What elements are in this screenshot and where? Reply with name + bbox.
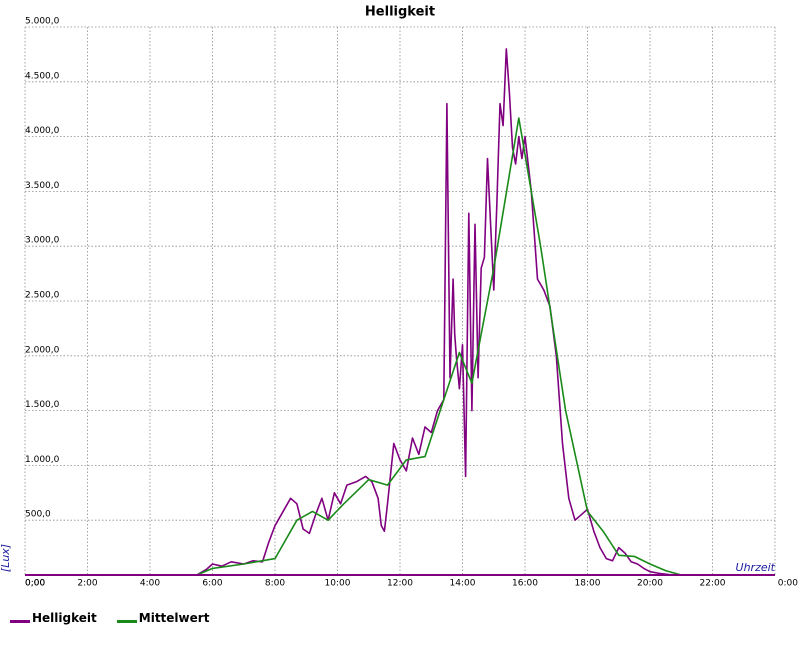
- chart-title: Helligkeit: [365, 5, 435, 20]
- legend-label-mittelwert: Mittelwert: [138, 611, 210, 625]
- x-tick-label: 16:00: [512, 579, 538, 589]
- y-tick-label: 0,00: [25, 579, 45, 589]
- x-tick-label: 18:00: [575, 579, 601, 589]
- y-tick-label: 3.000,0: [25, 236, 60, 246]
- chart: Helligkeit 0:00 2:00 4:00 6:00 8:00 10:00 12:0…: [0, 5, 798, 589]
- x-tick-label: 6:00: [202, 579, 222, 589]
- legend-label-helligkeit: Helligkeit: [32, 611, 97, 625]
- legend-item-helligkeit: Helligkeit: [10, 611, 97, 625]
- x-tick-label: 10:00: [325, 579, 351, 589]
- x-tick-label: 12:00: [387, 579, 413, 589]
- y-axis-label: [Lux]: [0, 544, 12, 572]
- y-tick-label: 2.500,0: [25, 291, 60, 301]
- y-tick-label: 4.500,0: [25, 71, 60, 81]
- y-tick-label: 1.000,0: [25, 455, 60, 465]
- y-tick-label: 500,0: [25, 510, 51, 520]
- y-tick-label: 3.500,0: [25, 181, 60, 191]
- x-tick-label: 0:00: [778, 579, 798, 589]
- legend: Helligkeit Mittelwert: [10, 608, 229, 628]
- y-tick-label: 1.500,0: [25, 400, 60, 410]
- y-tick-label: 2.000,0: [25, 345, 60, 355]
- y-tick-label: 4.000,0: [25, 126, 60, 136]
- x-tick-label: 4:00: [140, 579, 160, 589]
- legend-item-mittelwert: Mittelwert: [116, 611, 210, 625]
- legend-swatch-mittelwert: [116, 619, 137, 623]
- x-axis-label: Uhrzeit: [736, 561, 776, 574]
- x-tick-label: 8:00: [265, 579, 285, 589]
- x-tick-label: 2:00: [77, 579, 97, 589]
- legend-swatch-helligkeit: [10, 619, 30, 623]
- x-tick-label: 22:00: [700, 579, 726, 589]
- y-tick-label: 5.000,0: [25, 17, 60, 27]
- x-tick-label: 20:00: [637, 579, 663, 589]
- x-tick-label: 14:00: [450, 579, 476, 589]
